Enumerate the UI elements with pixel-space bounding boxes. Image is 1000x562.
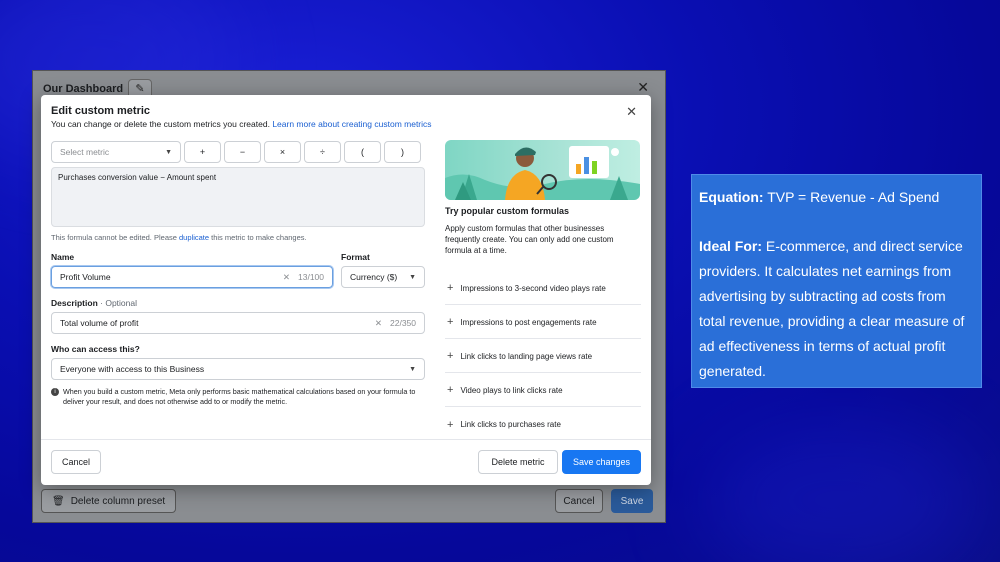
description-input[interactable]: Total volume of profit ✕ 22/350 xyxy=(51,312,425,334)
learn-more-link[interactable]: Learn more about creating custom metrics xyxy=(272,119,431,129)
delete-metric-button[interactable]: Delete metric xyxy=(478,450,558,474)
ideal-for-label: Ideal For: xyxy=(699,238,763,254)
description-counter: 22/350 xyxy=(390,318,416,328)
operator-close-paren-button[interactable]: ) xyxy=(384,141,421,163)
popular-formula-item[interactable]: + Impressions to 3-second video plays ra… xyxy=(445,272,641,305)
equation-line: Equation: TVP = Revenue - Ad Spend xyxy=(699,185,973,210)
name-input-value: Profit Volume xyxy=(60,272,111,282)
formula-toolbar: Select metric ▼ + − × ÷ ( ) xyxy=(51,141,421,163)
caret-down-icon: ▼ xyxy=(165,148,172,156)
description-label: Description · Optional xyxy=(51,298,137,308)
popular-formulas-description: Apply custom formulas that other busines… xyxy=(445,224,614,256)
delete-column-preset-label: Delete column preset xyxy=(70,495,166,507)
popular-formula-label: Link clicks to landing page views rate xyxy=(460,351,593,361)
access-label: Who can access this? xyxy=(51,344,140,354)
operator-divide-button[interactable]: ÷ xyxy=(304,141,341,163)
modal-subtitle-text: You can change or delete the custom metr… xyxy=(51,119,270,129)
description-input-value: Total volume of profit xyxy=(60,318,139,328)
cancel-button[interactable]: Cancel xyxy=(51,450,101,474)
formula-note: This formula cannot be edited. Please du… xyxy=(51,233,307,242)
illustration-image xyxy=(445,140,640,200)
close-icon[interactable]: ✕ xyxy=(637,79,649,96)
info-icon: i xyxy=(51,388,59,396)
popular-formulas-title: Try popular custom formulas xyxy=(445,206,570,216)
access-value: Everyone with access to this Business xyxy=(60,364,205,374)
trash-icon: 🗑 xyxy=(52,495,65,507)
operator-minus-button[interactable]: − xyxy=(224,141,261,163)
operator-open-paren-button[interactable]: ( xyxy=(344,141,381,163)
background-glow xyxy=(700,420,980,562)
modal-title: Edit custom metric xyxy=(51,105,151,117)
plus-icon: + xyxy=(447,350,454,362)
format-value: Currency ($) xyxy=(350,272,398,282)
name-counter: 13/100 xyxy=(298,272,324,282)
popular-formula-label: Impressions to 3-second video plays rate xyxy=(460,283,606,293)
description-optional: · Optional xyxy=(100,298,137,308)
ideal-for-paragraph: Ideal For: E-commerce, and direct servic… xyxy=(699,234,973,384)
select-metric-placeholder: Select metric xyxy=(60,147,110,157)
access-dropdown[interactable]: Everyone with access to this Business ▼ xyxy=(51,358,425,380)
operator-plus-button[interactable]: + xyxy=(184,141,221,163)
equation-text: TVP = Revenue - Ad Spend xyxy=(767,189,940,205)
name-input-right: ✕ 13/100 xyxy=(283,272,324,283)
dashboard-title: Our Dashboard xyxy=(43,83,124,95)
footer-divider xyxy=(41,439,651,440)
modal-subtitle: You can change or delete the custom metr… xyxy=(51,119,432,129)
info-note: i When you build a custom metric, Meta o… xyxy=(51,387,421,406)
operator-multiply-button[interactable]: × xyxy=(264,141,301,163)
close-icon[interactable]: ✕ xyxy=(626,104,637,120)
popular-formula-label: Link clicks to purchases rate xyxy=(460,420,561,429)
equation-callout: Equation: TVP = Revenue - Ad Spend Ideal… xyxy=(691,174,982,388)
description-input-right: ✕ 22/350 xyxy=(375,318,416,329)
duplicate-link[interactable]: duplicate xyxy=(179,233,209,242)
popular-formula-item[interactable]: + Link clicks to landing page views rate xyxy=(445,340,641,373)
clear-icon[interactable]: ✕ xyxy=(375,318,382,329)
popular-formula-item[interactable]: + Video plays to link clicks rate xyxy=(445,374,641,407)
save-changes-button[interactable]: Save changes xyxy=(562,450,641,474)
plus-icon: + xyxy=(447,384,454,396)
formula-box: Purchases conversion value − Amount spen… xyxy=(51,167,425,227)
popular-formula-item[interactable]: + Link clicks to purchases rate xyxy=(445,408,641,441)
formula-note-text: This formula cannot be edited. Please xyxy=(51,233,177,242)
caret-down-icon: ▼ xyxy=(409,273,416,281)
popular-formula-item[interactable]: + Impressions to post engagements rate xyxy=(445,306,641,339)
ideal-for-text: E-commerce, and direct service providers… xyxy=(699,238,965,379)
plus-icon: + xyxy=(447,418,454,431)
dashboard-cancel-button[interactable]: Cancel xyxy=(555,489,603,513)
equation-label: Equation: xyxy=(699,189,764,205)
format-dropdown[interactable]: Currency ($) ▼ xyxy=(341,266,425,288)
select-metric-dropdown[interactable]: Select metric ▼ xyxy=(51,141,181,163)
name-label: Name xyxy=(51,252,75,262)
plus-icon: + xyxy=(447,316,454,328)
popular-formula-label: Impressions to post engagements rate xyxy=(460,317,597,327)
format-label: Format xyxy=(341,252,370,262)
plus-icon: + xyxy=(447,282,454,294)
dashboard-save-button[interactable]: Save xyxy=(611,489,653,513)
name-input[interactable]: Profit Volume ✕ 13/100 xyxy=(51,266,333,288)
info-text: When you build a custom metric, Meta onl… xyxy=(63,387,416,406)
edit-custom-metric-modal: Edit custom metric You can change or del… xyxy=(41,95,651,485)
delete-column-preset-button[interactable]: 🗑 Delete column preset xyxy=(41,489,177,513)
caret-down-icon: ▼ xyxy=(409,365,416,373)
clear-icon[interactable]: ✕ xyxy=(283,272,290,283)
formula-note-text-end: this metric to make changes. xyxy=(211,233,307,242)
popular-formula-label: Video plays to link clicks rate xyxy=(460,385,563,395)
description-label-text: Description xyxy=(51,298,98,308)
